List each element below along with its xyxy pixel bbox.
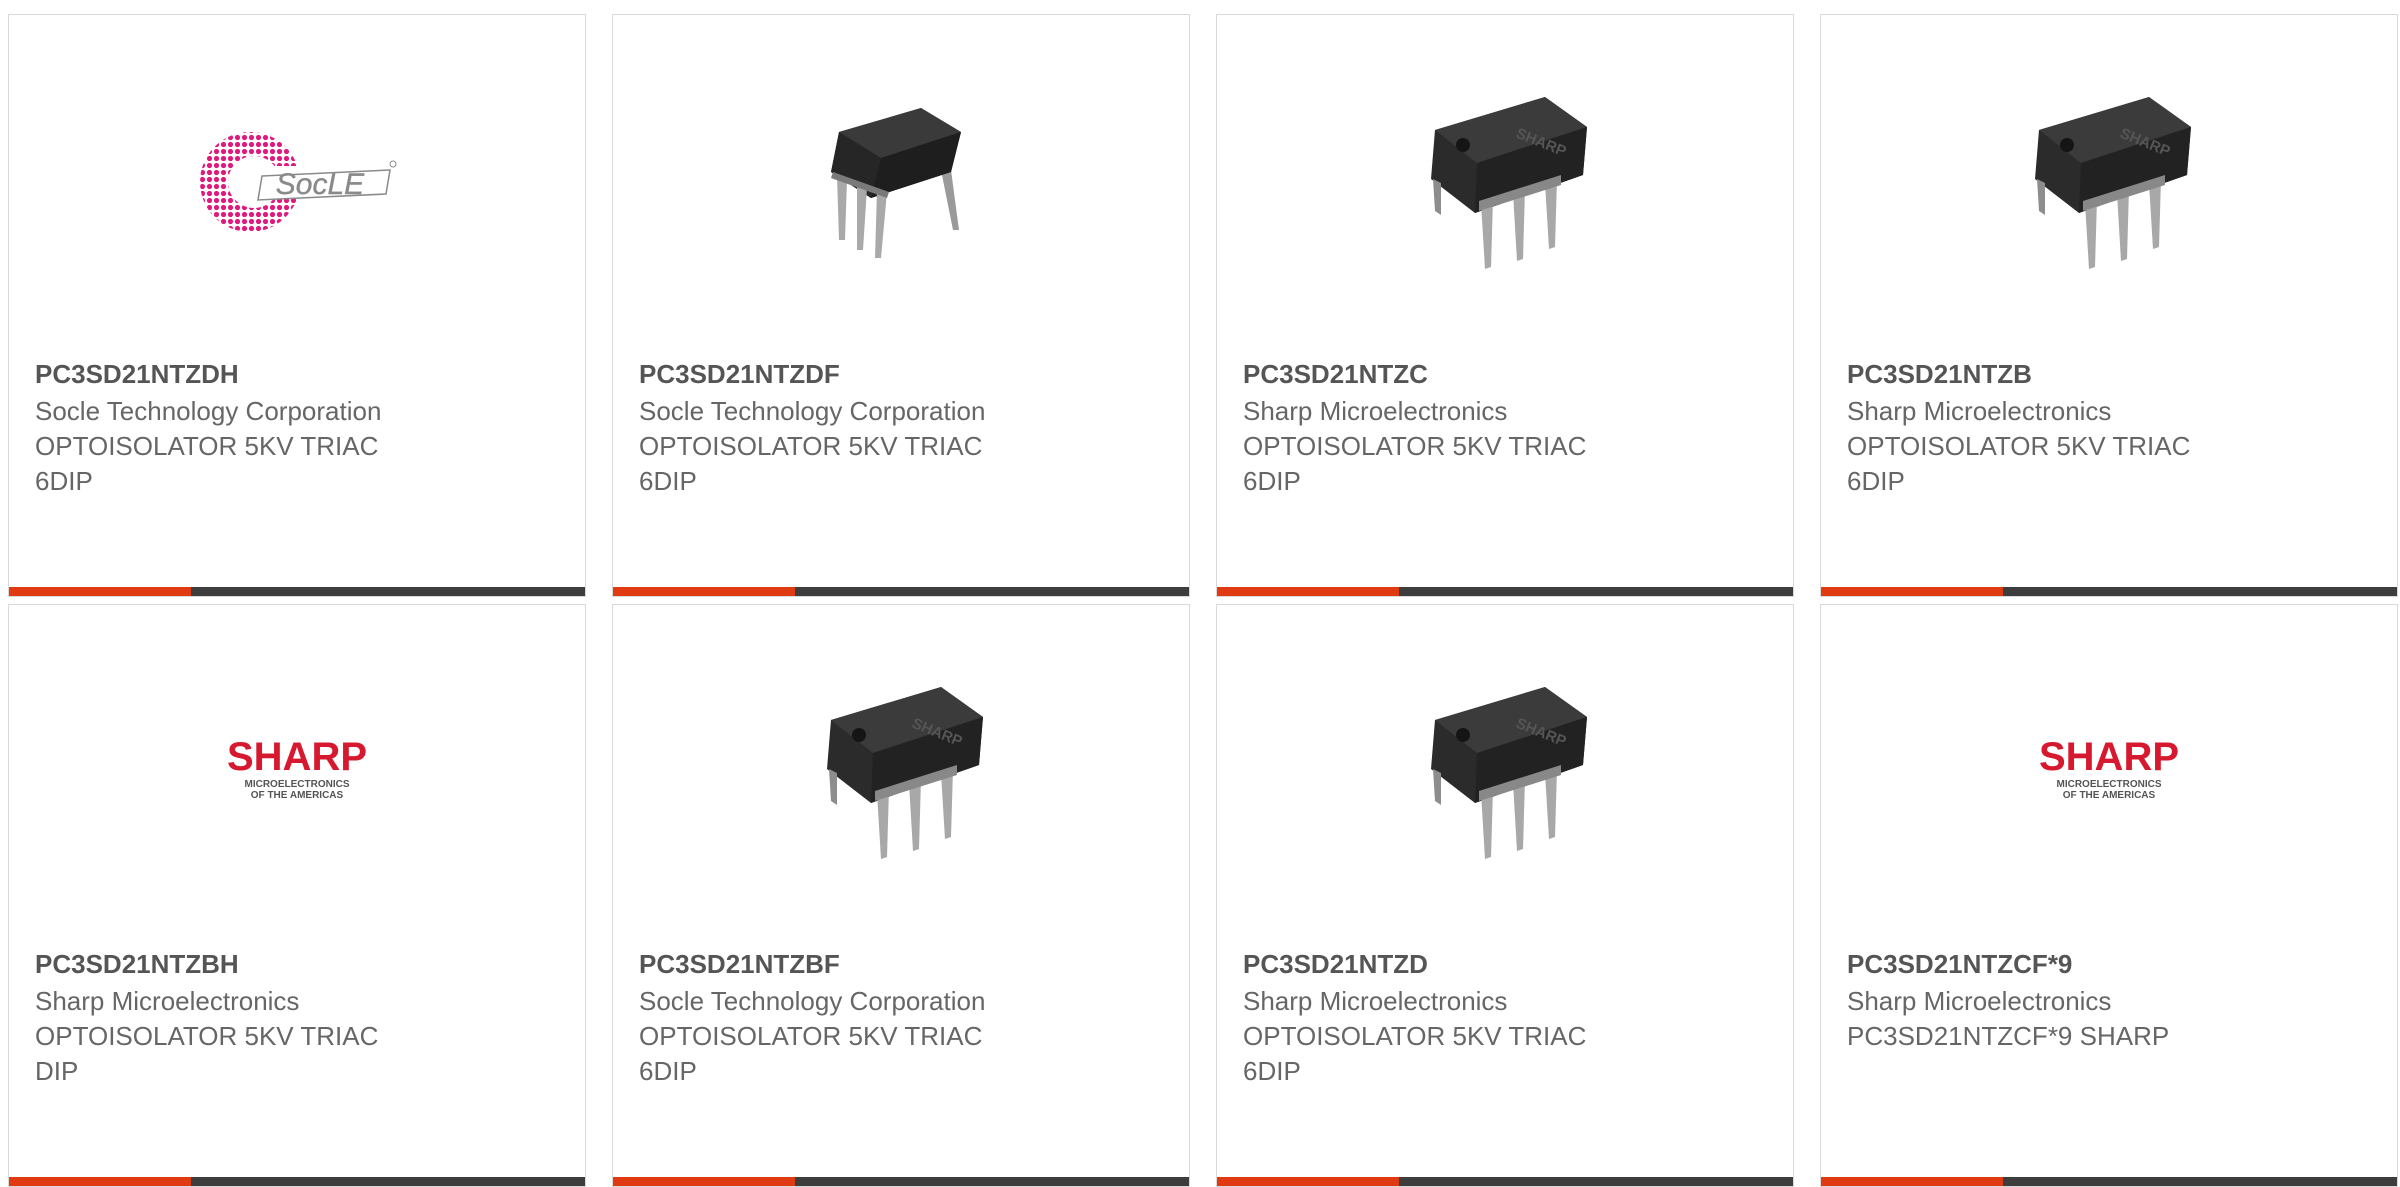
sharp-logo-icon: SHARP MICROELECTRONICS OF THE AMERICAS xyxy=(2039,735,2179,801)
card-accent-bar xyxy=(613,1177,795,1186)
manufacturer: Sharp Microelectronics xyxy=(1243,396,1508,426)
card-bottom-bar xyxy=(613,587,1189,596)
logo-subtitle: MICROELECTRONICS xyxy=(2057,779,2162,790)
package: 6DIP xyxy=(639,466,697,496)
socle-logo-icon: SocLE xyxy=(192,120,402,240)
product-card[interactable]: SHARP PC3SD21NTZC Sharp Microelectronics… xyxy=(1216,14,1794,597)
chip-icon: SHARP xyxy=(1431,687,1587,859)
logo-text: SHARP xyxy=(2039,735,2179,779)
description: PC3SD21NTZCF*9 SHARP xyxy=(1847,1021,2170,1051)
package: 6DIP xyxy=(1243,1056,1301,1086)
card-bottom-bar xyxy=(9,1177,585,1186)
card-bottom-bar xyxy=(9,587,585,596)
package: DIP xyxy=(35,1056,79,1086)
card-accent-bar xyxy=(9,1177,191,1186)
description: OPTOISOLATOR 5KV TRIAC xyxy=(639,1021,983,1051)
logo-subtitle: OF THE AMERICAS xyxy=(251,790,344,801)
product-image[interactable]: SHARP MICROELECTRONICS OF THE AMERICAS xyxy=(9,665,585,875)
card-accent-bar xyxy=(1217,1177,1399,1186)
part-number-link[interactable]: PC3SD21NTZD xyxy=(1243,947,1773,982)
product-card[interactable]: SocLE PC3SD21NTZDH Socle Technology Corp… xyxy=(8,14,586,597)
card-accent-bar xyxy=(613,587,795,596)
chip-icon: SHARP xyxy=(1431,97,1587,269)
manufacturer: Socle Technology Corporation xyxy=(35,396,382,426)
product-info: PC3SD21NTZDF Socle Technology Corporatio… xyxy=(639,357,1169,499)
manufacturer: Socle Technology Corporation xyxy=(639,986,986,1016)
part-number-link[interactable]: PC3SD21NTZC xyxy=(1243,357,1773,392)
product-info: PC3SD21NTZDH Socle Technology Corporatio… xyxy=(35,357,565,499)
product-image[interactable]: SHARP xyxy=(1217,665,1793,875)
logo-subtitle: MICROELECTRONICS xyxy=(245,779,350,790)
description: OPTOISOLATOR 5KV TRIAC xyxy=(35,1021,379,1051)
manufacturer: Socle Technology Corporation xyxy=(639,396,986,426)
package: 6DIP xyxy=(1243,466,1301,496)
product-grid: SocLE PC3SD21NTZDH Socle Technology Corp… xyxy=(0,0,2400,1187)
product-image[interactable]: SocLE xyxy=(9,75,585,285)
description: OPTOISOLATOR 5KV TRIAC xyxy=(1243,431,1587,461)
card-accent-bar xyxy=(1821,587,2003,596)
logo-text: SocLE xyxy=(276,168,365,201)
card-accent-bar xyxy=(1821,1177,2003,1186)
part-number-link[interactable]: PC3SD21NTZDH xyxy=(35,357,565,392)
package: 6DIP xyxy=(639,1056,697,1086)
product-info: PC3SD21NTZC Sharp Microelectronics OPTOI… xyxy=(1243,357,1773,499)
description: OPTOISOLATOR 5KV TRIAC xyxy=(1847,431,2191,461)
product-card[interactable]: SHARP PC3SD21NTZD Sharp Microelectronics… xyxy=(1216,604,1794,1187)
description: OPTOISOLATOR 5KV TRIAC xyxy=(639,431,983,461)
chip-icon: SHARP xyxy=(2035,97,2191,269)
sharp-logo-icon: SHARP MICROELECTRONICS OF THE AMERICAS xyxy=(227,735,367,801)
part-number-link[interactable]: PC3SD21NTZB xyxy=(1847,357,2377,392)
card-bottom-bar xyxy=(613,1177,1189,1186)
part-number-link[interactable]: PC3SD21NTZBF xyxy=(639,947,1169,982)
chip-icon: SHARP xyxy=(827,687,983,859)
product-info: PC3SD21NTZBH Sharp Microelectronics OPTO… xyxy=(35,947,565,1089)
description: OPTOISOLATOR 5KV TRIAC xyxy=(1243,1021,1587,1051)
logo-text: SHARP xyxy=(227,735,367,779)
package: 6DIP xyxy=(35,466,93,496)
manufacturer: Sharp Microelectronics xyxy=(1243,986,1508,1016)
product-image[interactable]: SHARP xyxy=(1821,75,2397,285)
card-accent-bar xyxy=(1217,587,1399,596)
card-accent-bar xyxy=(9,587,191,596)
product-info: PC3SD21NTZD Sharp Microelectronics OPTOI… xyxy=(1243,947,1773,1089)
product-info: PC3SD21NTZB Sharp Microelectronics OPTOI… xyxy=(1847,357,2377,499)
card-bottom-bar xyxy=(1821,1177,2397,1186)
product-card[interactable]: SHARP PC3SD21NTZB Sharp Microelectronics… xyxy=(1820,14,2398,597)
part-number-link[interactable]: PC3SD21NTZCF*9 xyxy=(1847,947,2377,982)
card-bottom-bar xyxy=(1217,587,1793,596)
product-card[interactable]: SHARP MICROELECTRONICS OF THE AMERICAS P… xyxy=(1820,604,2398,1187)
product-image[interactable]: SHARP xyxy=(1217,75,1793,285)
chip-icon xyxy=(831,108,961,258)
card-bottom-bar xyxy=(1217,1177,1793,1186)
product-image[interactable] xyxy=(613,75,1189,285)
description: OPTOISOLATOR 5KV TRIAC xyxy=(35,431,379,461)
manufacturer: Sharp Microelectronics xyxy=(1847,396,2112,426)
product-card[interactable]: PC3SD21NTZDF Socle Technology Corporatio… xyxy=(612,14,1190,597)
part-number-link[interactable]: PC3SD21NTZBH xyxy=(35,947,565,982)
manufacturer: Sharp Microelectronics xyxy=(1847,986,2112,1016)
logo-subtitle: OF THE AMERICAS xyxy=(2063,790,2156,801)
product-card[interactable]: SHARP PC3SD21NTZBF Socle Technology Corp… xyxy=(612,604,1190,1187)
part-number-link[interactable]: PC3SD21NTZDF xyxy=(639,357,1169,392)
product-image[interactable]: SHARP xyxy=(613,665,1189,875)
package: 6DIP xyxy=(1847,466,1905,496)
product-card[interactable]: SHARP MICROELECTRONICS OF THE AMERICAS P… xyxy=(8,604,586,1187)
product-info: PC3SD21NTZCF*9 Sharp Microelectronics PC… xyxy=(1847,947,2377,1054)
card-bottom-bar xyxy=(1821,587,2397,596)
manufacturer: Sharp Microelectronics xyxy=(35,986,300,1016)
product-image[interactable]: SHARP MICROELECTRONICS OF THE AMERICAS xyxy=(1821,665,2397,875)
product-info: PC3SD21NTZBF Socle Technology Corporatio… xyxy=(639,947,1169,1089)
